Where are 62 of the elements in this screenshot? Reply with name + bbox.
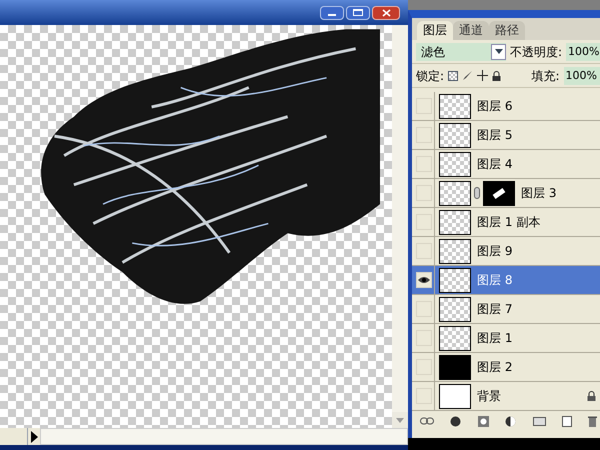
effects-icon[interactable] — [450, 416, 462, 426]
down-arrow-icon — [396, 418, 404, 422]
layer-thumbnail — [439, 180, 471, 206]
mask-icon[interactable] — [478, 416, 489, 426]
layer-name: 背景 — [477, 388, 501, 405]
eye-icon — [418, 276, 430, 284]
layer-row[interactable]: 图层 6 — [412, 92, 600, 121]
layer-name: 图层 7 — [477, 301, 512, 318]
move-icon[interactable] — [477, 70, 488, 81]
vertical-scrollbar[interactable] — [392, 25, 408, 412]
layer-thumbnail — [439, 152, 471, 176]
close-button[interactable] — [372, 6, 400, 20]
layer-row[interactable]: 图层 1 — [412, 324, 600, 353]
horizontal-scrollbar[interactable] — [40, 428, 408, 445]
layer-name: 图层 6 — [477, 98, 512, 115]
layer-row[interactable]: 图层 8 — [412, 266, 600, 295]
layer-name: 图层 1 — [477, 330, 512, 347]
panel-tab[interactable]: 通道 — [453, 21, 489, 40]
layer-thumbnail — [439, 384, 471, 408]
minimize-button[interactable] — [320, 6, 344, 20]
layer-thumbnail — [439, 210, 471, 234]
layer-row[interactable]: 图层 3 — [412, 179, 600, 208]
adjustment-icon[interactable] — [505, 416, 516, 426]
folder-icon[interactable] — [532, 416, 546, 426]
layer-thumbnail — [439, 238, 471, 264]
dropdown-caret-icon — [491, 44, 506, 60]
lock-transparency-icon[interactable] — [448, 70, 458, 80]
opacity-field[interactable]: 100% — [566, 42, 600, 60]
fill-label: 填充: — [531, 68, 560, 84]
layer-name: 图层 2 — [477, 359, 512, 376]
layer-name: 图层 4 — [477, 156, 512, 173]
maximize-button[interactable] — [346, 6, 370, 20]
blend-mode-dropdown[interactable]: 滤色 — [416, 42, 506, 60]
brush-icon[interactable] — [462, 70, 474, 81]
layer-thumbnail — [439, 268, 471, 292]
layer-row[interactable]: 图层 7 — [412, 295, 600, 324]
link-icon — [474, 187, 480, 199]
layer-thumbnail — [439, 122, 471, 148]
layer-name: 图层 3 — [521, 185, 556, 202]
layer-row[interactable]: 图层 1 副本 — [412, 208, 600, 237]
layer-thumbnail — [439, 326, 471, 350]
opacity-label: 不透明度: — [510, 44, 562, 60]
lock-label: 锁定: — [416, 68, 444, 84]
new-layer-icon[interactable] — [562, 416, 572, 426]
layer-row[interactable]: 图层 5 — [412, 121, 600, 150]
layer-row[interactable]: 图层 4 — [412, 150, 600, 179]
panel-tab[interactable]: 图层 — [417, 21, 453, 40]
layer-name: 图层 5 — [477, 127, 512, 144]
link-icon[interactable] — [420, 417, 434, 425]
layer-thumbnail — [439, 354, 471, 380]
close-icon — [382, 8, 390, 16]
fill-field[interactable]: 100% — [564, 66, 600, 84]
layer-thumbnail — [439, 94, 471, 118]
layer-name: 图层 9 — [477, 243, 512, 260]
panel-tab[interactable]: 路径 — [489, 21, 525, 40]
visibility-toggle[interactable] — [416, 272, 432, 288]
layer-name: 图层 1 副本 — [477, 214, 540, 231]
layer-thumbnail — [439, 296, 471, 322]
layer-name: 图层 8 — [477, 272, 512, 289]
layer-row[interactable]: 图层 2 — [412, 353, 600, 382]
lock-icon[interactable] — [492, 70, 502, 80]
trash-icon[interactable] — [588, 416, 598, 426]
